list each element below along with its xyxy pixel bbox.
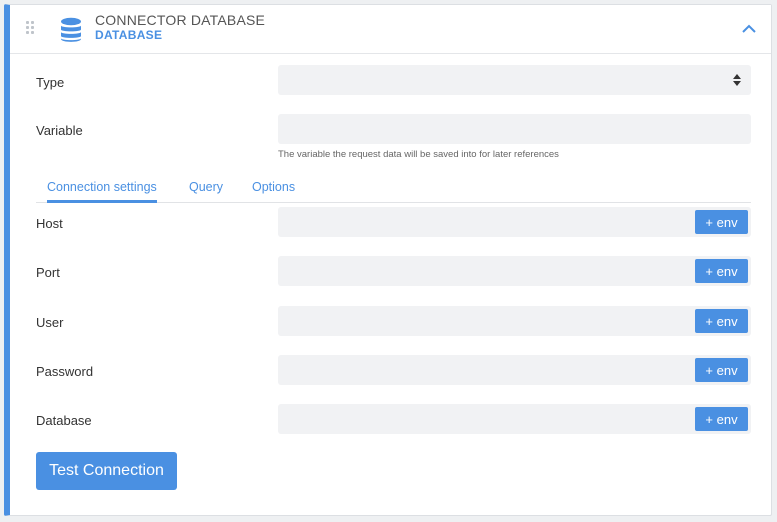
drag-handle-icon[interactable]: [26, 21, 36, 35]
port-input[interactable]: + env: [278, 256, 751, 286]
port-label: Port: [36, 265, 60, 280]
variable-input[interactable]: [278, 114, 751, 144]
user-env-button[interactable]: + env: [695, 309, 748, 333]
user-input[interactable]: + env: [278, 306, 751, 336]
type-label: Type: [36, 75, 65, 90]
password-label: Password: [36, 364, 94, 379]
connector-subtitle: DATABASE: [95, 28, 163, 42]
connector-card: CONNECTOR DATABASE DATABASE Type Variabl…: [4, 4, 772, 516]
database-icon: [61, 17, 81, 42]
database-env-button[interactable]: + env: [695, 407, 748, 431]
variable-label: Variable: [36, 123, 83, 138]
host-label: Host: [36, 216, 63, 231]
card-header[interactable]: CONNECTOR DATABASE DATABASE: [10, 5, 771, 54]
port-env-button[interactable]: + env: [695, 259, 748, 283]
host-input[interactable]: + env: [278, 207, 751, 237]
host-env-button[interactable]: + env: [695, 210, 748, 234]
variable-hint: The variable the request data will be sa…: [278, 149, 559, 160]
database-label: Database: [36, 413, 92, 428]
select-arrows-icon: [733, 74, 741, 86]
tab-query[interactable]: Query: [189, 180, 223, 200]
user-label: User: [36, 315, 64, 330]
database-input[interactable]: + env: [278, 404, 751, 434]
chevron-up-icon[interactable]: [741, 22, 757, 34]
tab-options[interactable]: Options: [252, 180, 295, 200]
password-input[interactable]: + env: [278, 355, 751, 385]
test-connection-button[interactable]: Test Connection: [36, 452, 177, 490]
settings-tabs: Connection settings Query Options: [36, 177, 751, 203]
connector-title: CONNECTOR DATABASE: [95, 12, 266, 28]
tab-connection-settings[interactable]: Connection settings: [47, 180, 157, 203]
password-env-button[interactable]: + env: [695, 358, 748, 382]
type-select[interactable]: [278, 65, 751, 95]
